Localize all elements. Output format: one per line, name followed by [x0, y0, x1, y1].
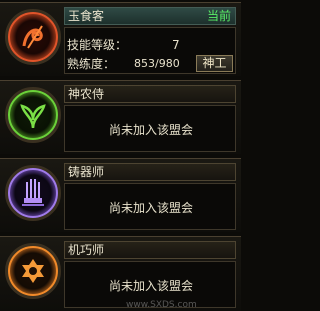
not-joined-message: 尚未加入该盟会 [108, 123, 193, 137]
herb-emblem-icon [5, 87, 61, 143]
job-name: 机巧师 [68, 243, 105, 257]
proficiency-value: 853/980 [134, 57, 180, 70]
cooking-emblem-icon [5, 9, 61, 65]
forge-emblem-icon [5, 165, 61, 221]
job-name: 神农侍 [68, 87, 105, 101]
skill-level-label: 技能等级： [67, 38, 128, 52]
shengong-button[interactable]: 神工 [196, 55, 233, 72]
site-watermark: www.SXDS.com [78, 270, 238, 310]
watermark-text: www.SXDS.com [126, 300, 197, 310]
gear-emblem-icon [5, 243, 61, 299]
proficiency-label: 熟练度： [67, 57, 116, 71]
job-title-bar: 神农侍 [64, 85, 236, 103]
job-title-bar: 玉食客 当前 [64, 7, 236, 25]
current-status-badge: 当前 [206, 9, 231, 23]
job-title-bar: 机巧师 [64, 241, 236, 259]
job-info-box: 尚未加入该盟会 [64, 105, 236, 152]
job-info-box: 尚未加入该盟会 [64, 183, 236, 230]
job-panel-forger: 铸器师 尚未加入该盟会 [0, 158, 241, 232]
job-name: 铸器师 [68, 165, 105, 179]
job-name: 玉食客 [68, 9, 105, 23]
not-joined-message: 尚未加入该盟会 [108, 201, 193, 215]
skill-level-value: 7 [172, 38, 180, 52]
job-title-bar: 铸器师 [64, 163, 236, 181]
job-panel-herbalist: 神农侍 尚未加入该盟会 [0, 80, 241, 154]
